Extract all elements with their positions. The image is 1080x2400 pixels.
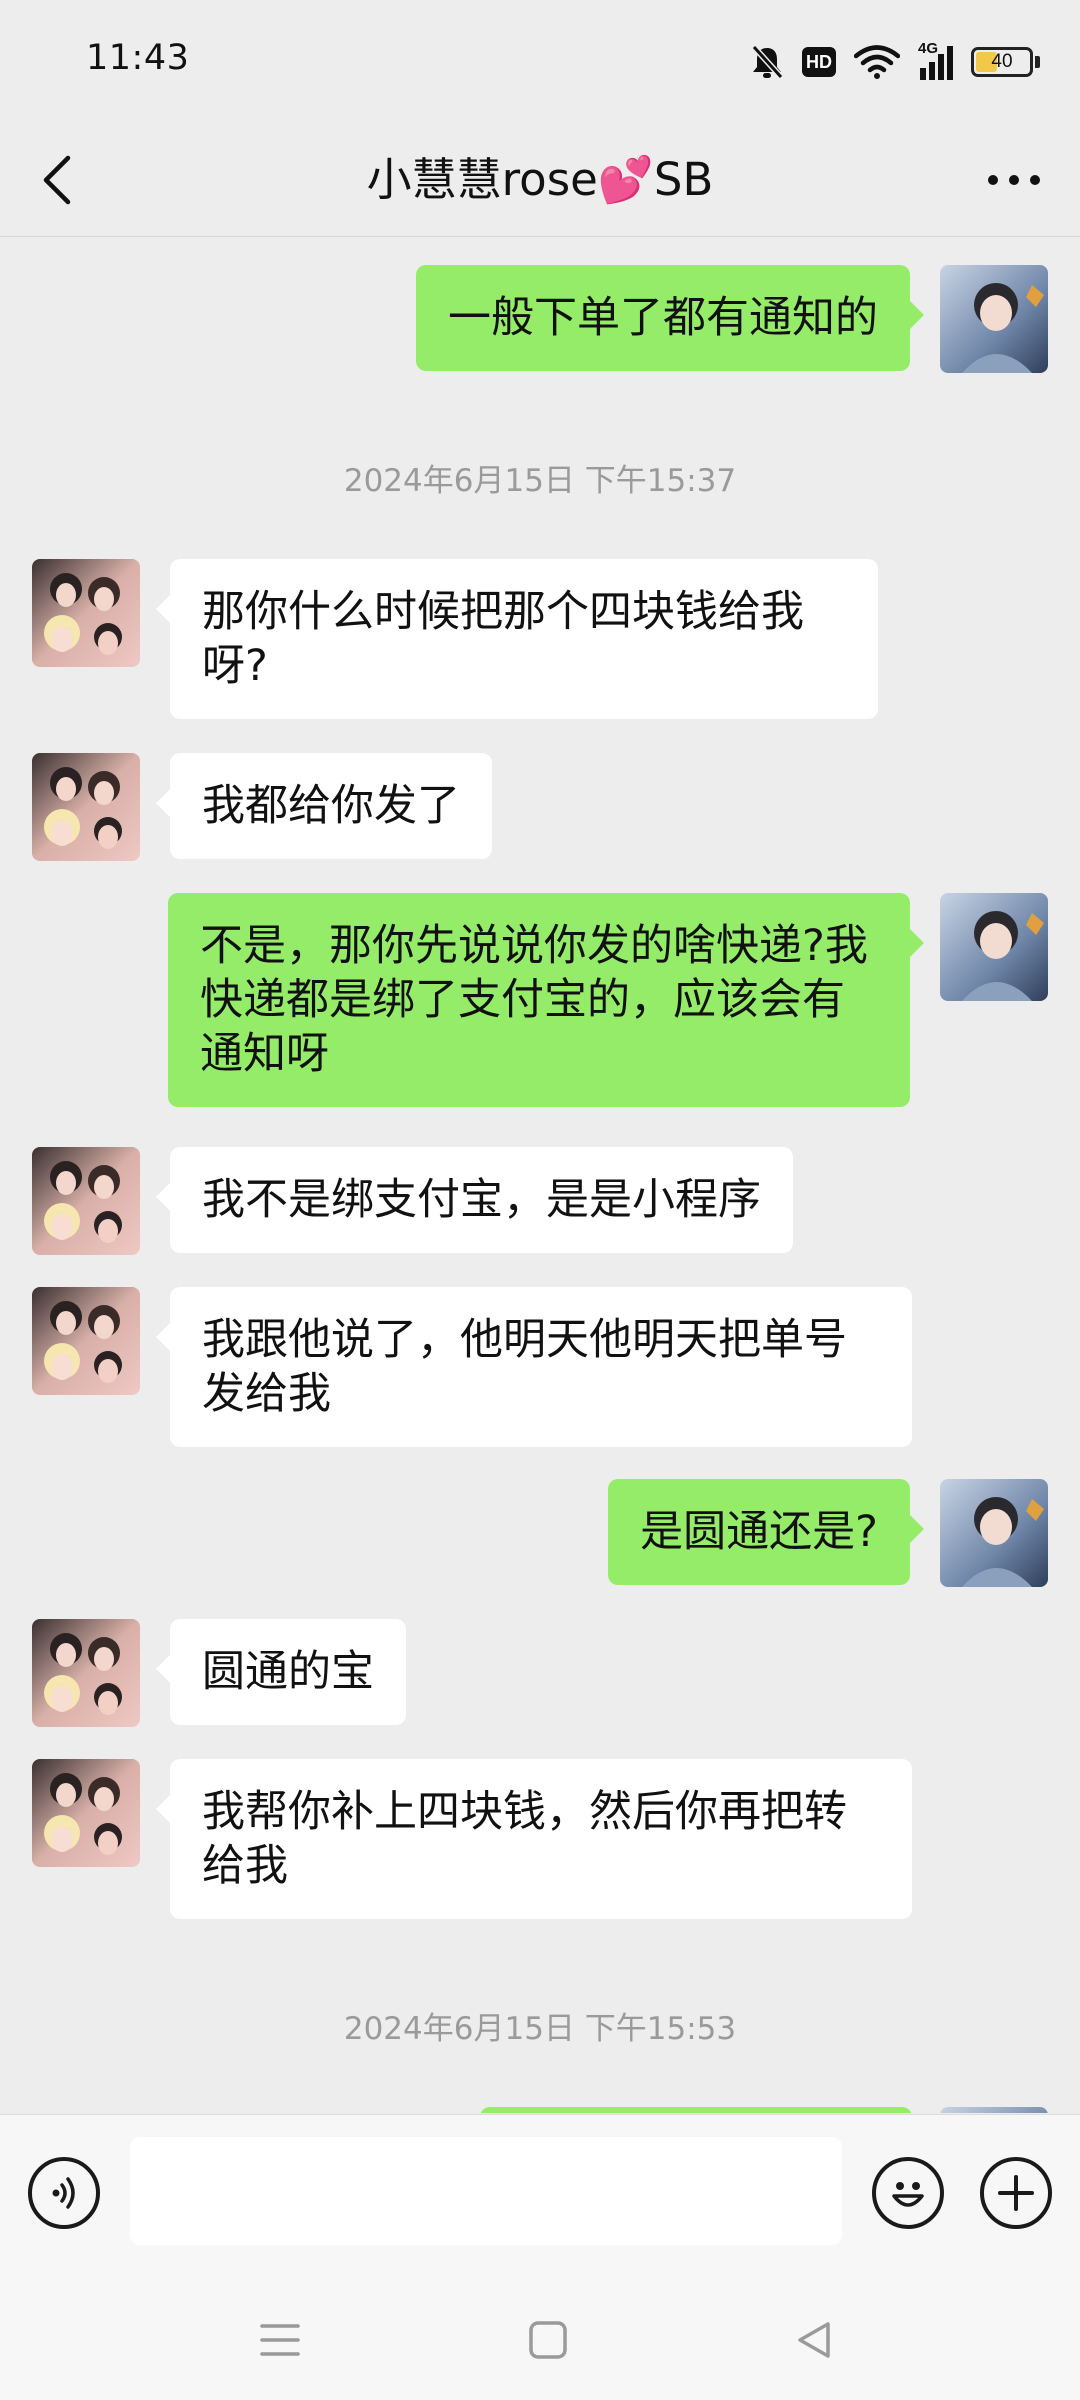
avatar-contact[interactable] — [32, 1759, 140, 1867]
network-type: 4G — [918, 40, 939, 57]
more-options-button[interactable] — [974, 148, 1054, 212]
status-time: 11:43 — [86, 38, 190, 78]
message-bubble-incoming[interactable]: 我不是绑支付宝，是是小程序 — [156, 1147, 793, 1253]
message-bubble-incoming[interactable]: 我帮你补上四块钱，然后你再把转给我 — [156, 1759, 912, 1919]
avatar-contact[interactable] — [32, 1147, 140, 1255]
avatar-self[interactable] — [940, 1479, 1048, 1587]
back-triangle-icon — [798, 2322, 830, 2358]
signal-icon: 4G — [918, 40, 953, 80]
wifi-icon — [854, 45, 900, 79]
mute-bell-icon — [750, 44, 784, 80]
chat-header: 小慧慧rose💕SB — [0, 124, 1080, 237]
menu-icon — [260, 2324, 300, 2356]
avatar-self-partial[interactable] — [940, 2107, 1048, 2113]
message-bubble-outgoing[interactable]: 是圆通还是? — [608, 1479, 924, 1585]
back-button[interactable] — [26, 148, 90, 212]
message-bubble-incoming[interactable]: 我都给你发了 — [156, 753, 492, 859]
avatar-contact[interactable] — [32, 753, 140, 861]
avatar-contact[interactable] — [32, 559, 140, 667]
battery: 40 — [971, 47, 1033, 77]
home-icon — [529, 2321, 567, 2359]
voice-button[interactable] — [28, 2157, 100, 2229]
emoji-button[interactable] — [872, 2157, 944, 2229]
message-bubble-incoming[interactable]: 圆通的宝 — [156, 1619, 406, 1725]
avatar-contact[interactable] — [32, 1619, 140, 1727]
emoji-icon — [892, 2182, 924, 2207]
message-bubble-outgoing[interactable]: 一般下单了都有通知的 — [416, 265, 924, 371]
menu-button[interactable] — [250, 2310, 310, 2370]
chevron-left-icon — [43, 155, 71, 205]
plus-icon — [998, 2175, 1034, 2211]
timestamp: 2024年6月15日 下午15:53 — [343, 2011, 737, 2047]
status-bar: 11:43 HD 4G 40 — [0, 0, 1080, 124]
message-bubble-outgoing[interactable]: 不是，那你先说说你发的啥快递?我快递都是绑了支付宝的，应该会有通知呀 — [168, 893, 924, 1107]
message-bubble-incoming[interactable]: 我跟他说了，他明天他明天把单号发给我 — [156, 1287, 912, 1447]
message-input[interactable] — [130, 2137, 842, 2245]
battery-level: 40 — [991, 51, 1013, 72]
voice-icon — [52, 2177, 75, 2209]
message-bubble-incoming[interactable]: 那你什么时候把那个四块钱给我呀? — [156, 559, 878, 719]
back-nav-button[interactable] — [784, 2310, 844, 2370]
chat-title: 小慧慧rose💕SB — [366, 153, 714, 206]
system-nav-bar — [0, 2280, 1080, 2400]
avatar-self[interactable] — [940, 893, 1048, 1001]
ellipsis-icon — [988, 175, 1040, 185]
message-list[interactable]: 一般下单了都有通知的 2024年6月15日 下午15:37 那你什么时候把那个四… — [0, 237, 1080, 2113]
timestamp: 2024年6月15日 下午15:37 — [343, 463, 737, 499]
avatar-contact[interactable] — [32, 1287, 140, 1395]
message-bubble-outgoing-partial[interactable] — [480, 2107, 912, 2113]
input-bar — [0, 2114, 1080, 2281]
status-icons: HD 4G 40 — [750, 38, 1040, 86]
hd-icon: HD — [802, 47, 836, 77]
battery-icon: 40 — [971, 47, 1040, 77]
plus-button[interactable] — [980, 2157, 1052, 2229]
avatar-self[interactable] — [940, 265, 1048, 373]
home-button[interactable] — [518, 2310, 578, 2370]
